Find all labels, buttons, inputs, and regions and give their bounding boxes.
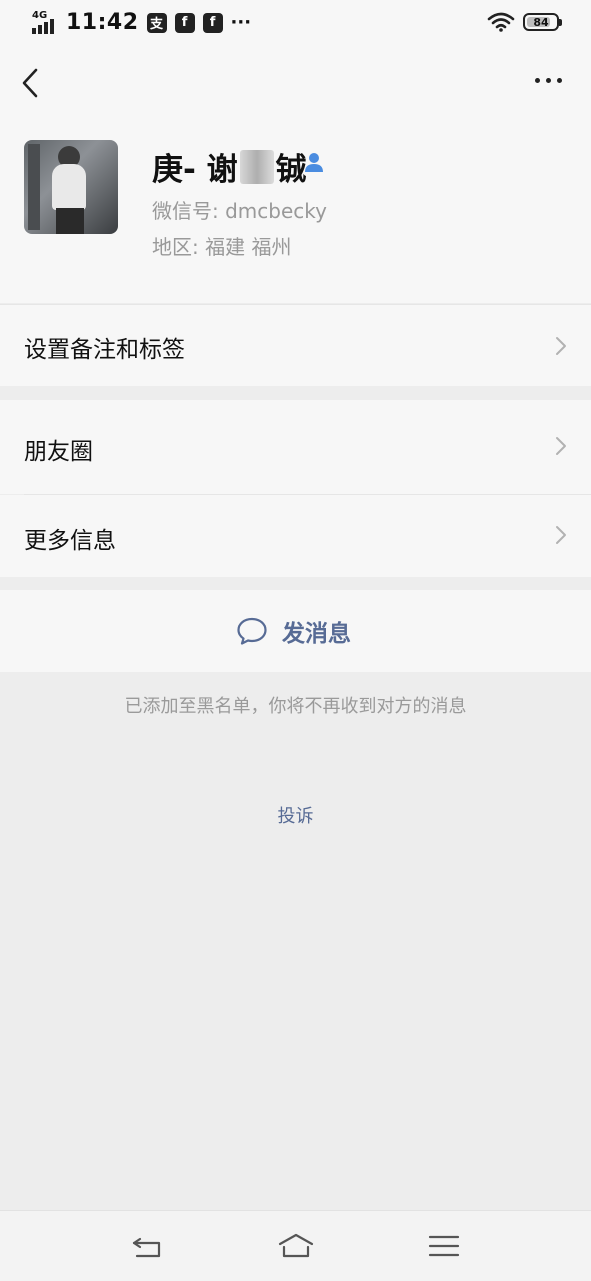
chevron-right-icon (556, 337, 566, 355)
contact-name: 庚- 谢 铖 (152, 144, 307, 189)
complain-link[interactable]: 投诉 (0, 802, 591, 828)
remark-tags-label: 设置备注和标签 (24, 337, 185, 363)
chevron-right-icon (556, 437, 566, 455)
remark-tags-row[interactable]: 设置备注和标签 (0, 304, 591, 386)
person-icon (305, 153, 323, 172)
menu-nav-icon[interactable] (424, 1229, 464, 1263)
send-message-button[interactable]: 发消息 (0, 590, 591, 672)
more-dots-icon[interactable] (535, 74, 565, 86)
contact-profile-header: 庚- 谢 铖 微信号: dmcbecky 地区: 福建 福州 (0, 120, 591, 303)
redacted-char (239, 149, 274, 184)
back-nav-icon[interactable] (128, 1229, 168, 1263)
contact-name-prefix: 庚- 谢 (152, 152, 238, 188)
avatar[interactable] (24, 140, 118, 234)
moments-label: 朋友圈 (24, 439, 93, 465)
region: 地区: 福建 福州 (152, 235, 292, 259)
chevron-right-icon (556, 526, 566, 544)
signal-icon: 4G (32, 10, 58, 34)
alipay-notification-icon: 支 (146, 12, 167, 33)
send-message-label: 发消息 (282, 621, 351, 647)
top-nav-bar (0, 46, 591, 120)
wifi-icon (487, 12, 515, 32)
more-info-row[interactable]: 更多信息 (0, 495, 591, 577)
facebook-notification-icon: f (202, 12, 223, 33)
status-time: 11:42 (66, 10, 139, 35)
moments-row[interactable]: 朋友圈 (0, 400, 591, 494)
status-bar: 4G 11:42 支 f f ··· 84 (0, 0, 591, 46)
facebook-notification-icon: f (174, 12, 195, 33)
home-nav-icon[interactable] (276, 1229, 316, 1263)
battery-level: 84 (533, 15, 549, 29)
blacklist-notice: 已添加至黑名单，你将不再收到对方的消息 (124, 696, 467, 717)
system-nav-bar (0, 1210, 591, 1281)
chevron-left-icon[interactable] (18, 66, 46, 100)
more-notifications-icon: ··· (230, 12, 252, 33)
wechat-id: 微信号: dmcbecky (152, 199, 327, 223)
chat-bubble-icon (237, 617, 267, 645)
battery-icon: 84 (523, 13, 562, 31)
more-info-label: 更多信息 (24, 528, 116, 554)
